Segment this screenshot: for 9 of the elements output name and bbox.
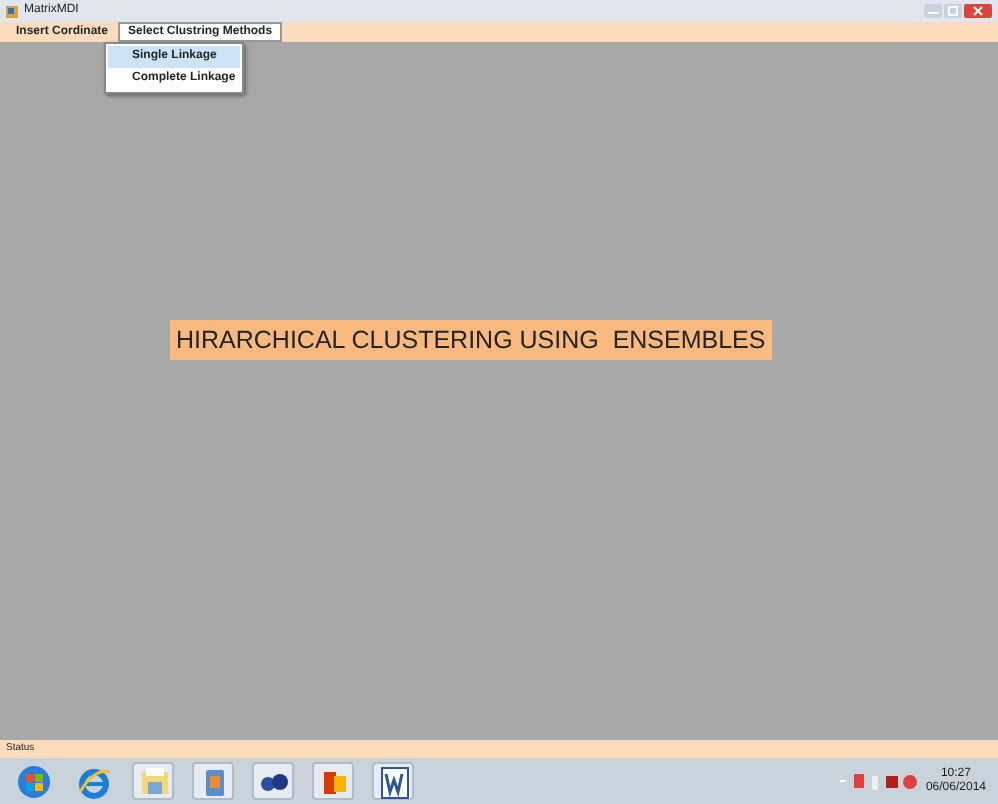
close-button[interactable]: [964, 4, 992, 18]
app-icon: [6, 5, 18, 17]
maximize-button[interactable]: [944, 4, 962, 18]
banner-text: HIRARCHICAL CLUSTERING USING ENSEMBLES: [170, 320, 772, 360]
tray-icons-drawing[interactable]: [839, 771, 920, 791]
browser-icon[interactable]: [75, 763, 111, 799]
word-icon[interactable]: [375, 763, 411, 799]
minimize-button[interactable]: [924, 4, 942, 18]
start-button[interactable]: [15, 763, 51, 799]
